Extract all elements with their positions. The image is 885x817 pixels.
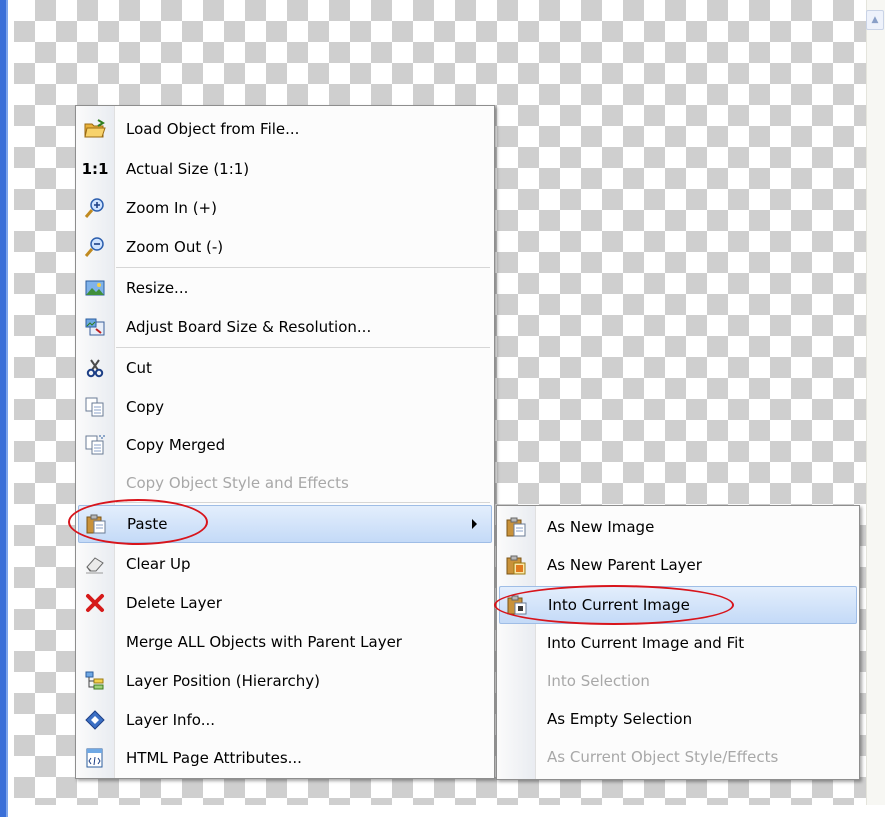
- red-x-icon: [84, 593, 106, 613]
- menu-item-resize[interactable]: Resize...: [78, 270, 492, 306]
- menu-item-layer-position[interactable]: Layer Position (Hierarchy): [78, 663, 492, 699]
- menu-item-label: Into Current Image and Fit: [547, 634, 745, 652]
- submenu-item-as-empty-selection[interactable]: As Empty Selection: [499, 701, 857, 737]
- menu-item-label: Zoom Out (-): [126, 238, 224, 256]
- actual-size-icon: 1:1: [81, 160, 109, 178]
- into-current-image-highlight-ellipse: [494, 585, 734, 625]
- menu-item-label: Layer Position (Hierarchy): [126, 672, 320, 690]
- menu-item-label: Copy Merged: [126, 436, 226, 454]
- menu-item-label: Zoom In (+): [126, 199, 217, 217]
- scroll-up-arrow-icon[interactable]: ▲: [866, 10, 884, 30]
- menu-item-label: Into Selection: [547, 672, 650, 690]
- board-size-icon: [84, 317, 106, 337]
- copy-icon: [84, 397, 106, 417]
- zoom-in-icon: [84, 198, 106, 218]
- menu-item-zoom-in[interactable]: Zoom In (+): [78, 190, 492, 226]
- menu-item-html-page-attributes[interactable]: HTML Page Attributes...: [78, 740, 492, 776]
- clipboard-paste-icon: [505, 517, 527, 537]
- menu-item-label: As Current Object Style/Effects: [547, 748, 779, 766]
- paste-submenu: As New Image As New Parent Layer Into Cu…: [496, 505, 860, 780]
- menu-item-label: Load Object from File...: [126, 120, 300, 138]
- vertical-scrollbar[interactable]: ▲: [866, 0, 885, 805]
- menu-separator: [116, 267, 490, 268]
- menu-item-label: As New Image: [547, 518, 655, 536]
- copy-merged-icon: [84, 435, 106, 455]
- menu-item-copy-object-style[interactable]: Copy Object Style and Effects: [78, 465, 492, 501]
- folder-open-icon: [84, 119, 106, 139]
- menu-item-copy[interactable]: Copy: [78, 389, 492, 425]
- context-menu: Load Object from File... 1:1 Actual Size…: [75, 105, 495, 779]
- zoom-out-icon: [84, 237, 106, 257]
- menu-item-label: Copy Object Style and Effects: [126, 474, 349, 492]
- info-diamond-icon: [84, 710, 106, 730]
- paste-highlight-ellipse: [68, 499, 208, 545]
- menu-item-label: As New Parent Layer: [547, 556, 702, 574]
- submenu-arrow-icon: [472, 519, 477, 529]
- menu-item-label: Layer Info...: [126, 711, 216, 729]
- menu-item-label: HTML Page Attributes...: [126, 749, 302, 767]
- menu-item-actual-size[interactable]: 1:1 Actual Size (1:1): [78, 151, 492, 187]
- clipboard-layer-icon: [505, 555, 527, 575]
- menu-separator: [116, 347, 490, 348]
- menu-item-layer-info[interactable]: Layer Info...: [78, 702, 492, 738]
- hierarchy-icon: [84, 671, 106, 691]
- submenu-item-as-current-object-style[interactable]: As Current Object Style/Effects: [499, 739, 857, 775]
- menu-item-label: Clear Up: [126, 555, 191, 573]
- menu-item-label: Actual Size (1:1): [126, 160, 250, 178]
- eraser-icon: [84, 554, 106, 574]
- window-frame-left-edge: [0, 0, 8, 817]
- menu-item-label: Resize...: [126, 279, 189, 297]
- menu-item-label: Copy: [126, 398, 165, 416]
- menu-item-cut[interactable]: Cut: [78, 350, 492, 386]
- menu-item-label: Merge ALL Objects with Parent Layer: [126, 633, 402, 651]
- submenu-item-into-selection[interactable]: Into Selection: [499, 663, 857, 699]
- menu-item-adjust-board[interactable]: Adjust Board Size & Resolution...: [78, 309, 492, 345]
- submenu-item-as-new-parent-layer[interactable]: As New Parent Layer: [499, 547, 857, 583]
- menu-item-load-object[interactable]: Load Object from File...: [78, 111, 492, 147]
- menu-item-clear-up[interactable]: Clear Up: [78, 546, 492, 582]
- submenu-item-into-current-image-and-fit[interactable]: Into Current Image and Fit: [499, 625, 857, 661]
- menu-item-label: Adjust Board Size & Resolution...: [126, 318, 372, 336]
- submenu-item-as-new-image[interactable]: As New Image: [499, 509, 857, 545]
- menu-item-merge-all[interactable]: Merge ALL Objects with Parent Layer: [78, 624, 492, 660]
- menu-item-label: Delete Layer: [126, 594, 222, 612]
- menu-item-delete-layer[interactable]: Delete Layer: [78, 585, 492, 621]
- menu-item-label: Cut: [126, 359, 152, 377]
- scissors-icon: [84, 358, 106, 378]
- canvas-bottom-margin: [14, 805, 885, 817]
- menu-item-label: As Empty Selection: [547, 710, 693, 728]
- menu-item-zoom-out[interactable]: Zoom Out (-): [78, 229, 492, 265]
- html-page-icon: [84, 748, 106, 768]
- menu-item-copy-merged[interactable]: Copy Merged: [78, 427, 492, 463]
- resize-image-icon: [84, 278, 106, 298]
